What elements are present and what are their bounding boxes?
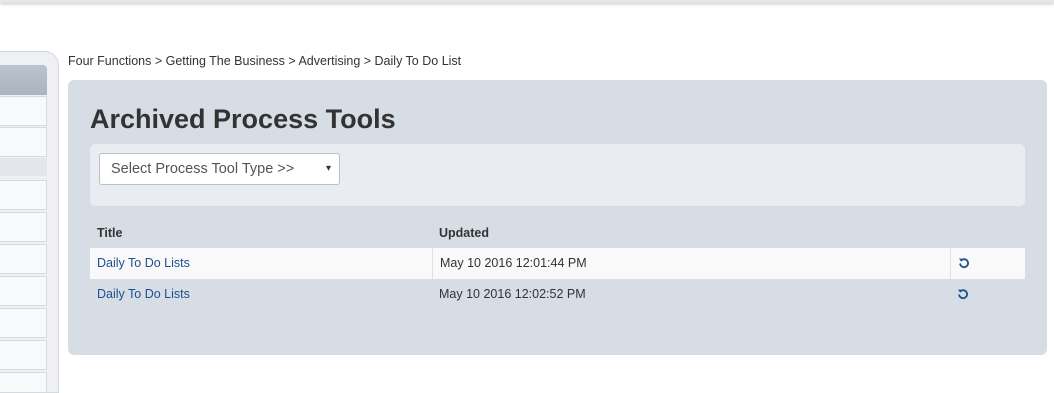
sidebar-item[interactable] <box>0 212 47 242</box>
filter-bar: Select Process Tool Type >> ▾ <box>90 144 1025 206</box>
column-header-title: Title <box>97 226 123 240</box>
sidebar-header[interactable] <box>0 65 47 95</box>
sidebar-item[interactable] <box>0 308 47 338</box>
process-tool-type-select[interactable]: Select Process Tool Type >> ▾ <box>99 153 340 185</box>
table-row: Daily To Do Lists May 10 2016 12:02:52 P… <box>90 279 1025 310</box>
action-cell <box>950 248 1025 279</box>
restore-icon[interactable] <box>957 288 969 300</box>
sidebar-divider <box>0 158 47 176</box>
action-cell <box>950 279 1025 310</box>
archived-tools-panel: Archived Process Tools Select Process To… <box>68 80 1047 355</box>
breadcrumb: Four Functions > Getting The Business > … <box>68 54 462 68</box>
table-header-row: Title Updated <box>90 218 1025 248</box>
sidebar-item[interactable] <box>0 372 47 392</box>
sidebar <box>0 51 59 393</box>
column-header-action <box>950 218 1025 248</box>
archived-tools-table: Title Updated Daily To Do Lists May 10 2… <box>90 218 1025 310</box>
top-bar <box>0 0 1054 3</box>
tool-title-link[interactable]: Daily To Do Lists <box>97 256 190 270</box>
restore-icon[interactable] <box>958 257 970 269</box>
sidebar-item[interactable] <box>0 180 47 210</box>
sidebar-item[interactable] <box>0 340 47 370</box>
title-cell: Daily To Do Lists <box>90 279 432 310</box>
table-row: Daily To Do Lists May 10 2016 12:01:44 P… <box>90 248 1025 279</box>
sidebar-item[interactable] <box>0 96 47 126</box>
chevron-down-icon: ▾ <box>325 163 331 174</box>
updated-cell: May 10 2016 12:01:44 PM <box>432 248 950 279</box>
column-header-updated: Updated <box>439 226 489 240</box>
tool-title-link[interactable]: Daily To Do Lists <box>97 287 190 301</box>
sidebar-item[interactable] <box>0 244 47 274</box>
updated-cell: May 10 2016 12:02:52 PM <box>439 287 586 301</box>
page-title: Archived Process Tools <box>90 104 396 134</box>
select-label: Select Process Tool Type >> <box>111 161 295 177</box>
sidebar-item[interactable] <box>0 276 47 306</box>
sidebar-item[interactable] <box>0 127 47 157</box>
title-cell: Daily To Do Lists <box>90 248 432 279</box>
